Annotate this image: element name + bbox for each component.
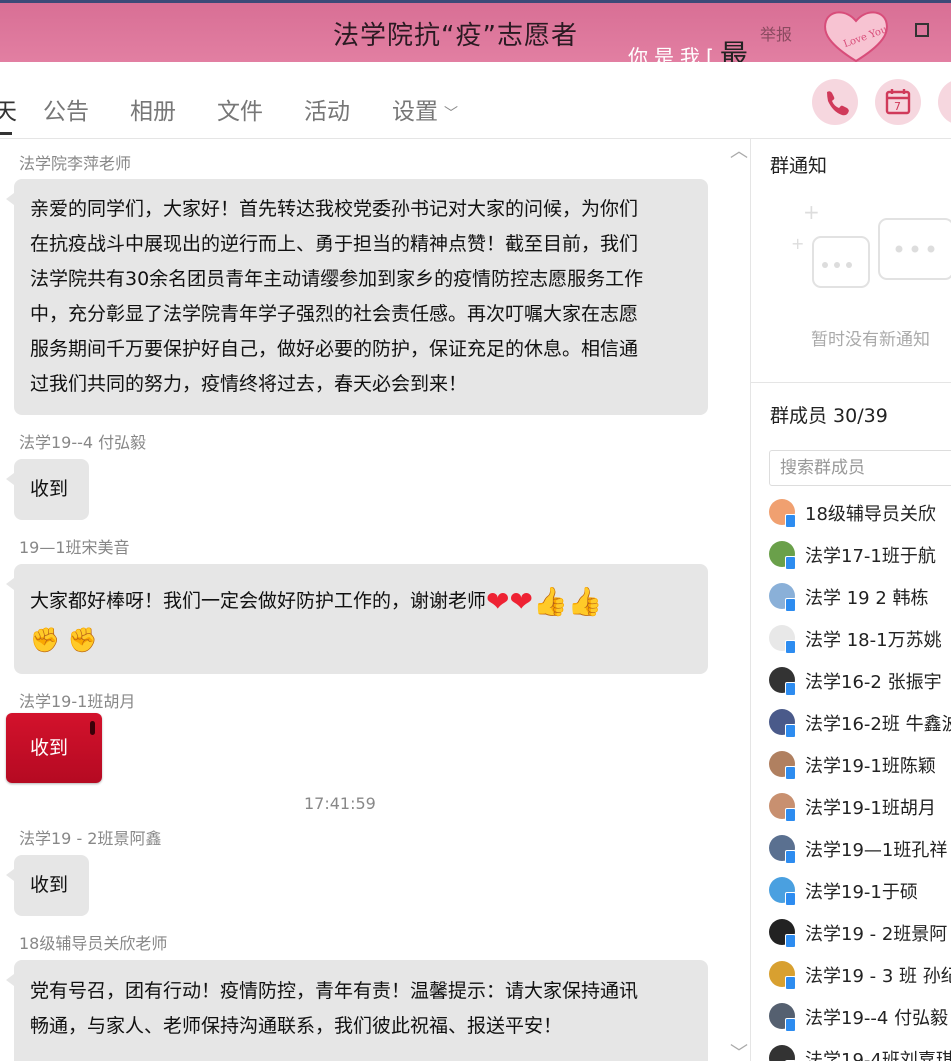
svg-text:+: +: [791, 234, 804, 253]
message-sender: 18级辅导员关欣老师: [19, 934, 168, 953]
avatar[interactable]: [769, 1045, 795, 1061]
tab-announcement[interactable]: 公告: [43, 92, 89, 126]
member-search-input[interactable]: 搜索群成员: [769, 450, 951, 486]
member-name: 法学19 - 2班景阿: [805, 924, 948, 945]
emoji-fist: ✊ ✊: [30, 626, 98, 654]
tab-activity[interactable]: 活动: [304, 92, 350, 126]
message-sender: 法学19-1班胡月: [19, 692, 136, 711]
chat-message-area[interactable]: ︿ 法学院李萍老师 亲爱的同学们，大家好！首先转达我校党委孙书记对大家的问候，为…: [0, 139, 750, 1061]
mobile-online-icon: [785, 976, 796, 990]
mobile-online-icon: [785, 892, 796, 906]
calendar-button[interactable]: 7: [875, 79, 921, 125]
member-list-item[interactable]: 法学19 - 2班景阿: [769, 914, 951, 950]
no-notice-text: 暂时没有新通知: [811, 330, 930, 350]
calendar-icon: 7: [885, 89, 911, 115]
phone-button[interactable]: [812, 79, 858, 125]
message-bubble-phone-style: 收到: [6, 713, 102, 783]
mobile-online-icon: [785, 850, 796, 864]
emoji-hearts-thumbs: ❤❤👍👍: [486, 584, 603, 618]
member-name: 法学17-1班于航: [805, 546, 936, 567]
mobile-online-icon: [785, 598, 796, 612]
member-name: 法学16-2 张振宇: [805, 672, 942, 693]
report-button[interactable]: 举报: [760, 21, 792, 45]
member-name: 法学19-1班胡月: [805, 798, 936, 819]
empty-notice-icon: + +: [791, 200, 951, 288]
message-sender: 19—1班宋美音: [19, 538, 130, 557]
tab-settings[interactable]: 设置 ﹀: [392, 92, 458, 126]
member-list-item[interactable]: 法学19—1班孔祥: [769, 830, 951, 866]
svg-text:7: 7: [894, 100, 901, 113]
member-name: 法学19-1于硕: [805, 882, 918, 903]
member-list-item[interactable]: 法学19-1班陈颖: [769, 746, 951, 782]
active-tab-indicator: [0, 132, 12, 135]
member-list-item[interactable]: 法学19-1于硕: [769, 872, 951, 908]
chevron-down-icon: ﹀: [444, 105, 458, 122]
love-heart-icon: Love You: [824, 11, 889, 63]
member-name: 法学19-4班刘嘉琪: [805, 1050, 951, 1061]
scroll-up-icon[interactable]: ︿: [730, 139, 748, 163]
member-name: 法学19--4 付弘毅: [805, 1008, 949, 1029]
tab-bar: 天 公告 相册 文件 活动 设置 ﹀ 7: [0, 62, 951, 139]
more-button[interactable]: [938, 79, 951, 125]
message-bubble: 亲爱的同学们，大家好！首先转达我校党委孙书记对大家的问候，为你们 在抗疫战斗中展…: [6, 179, 708, 415]
message-sender: 法学19--4 付弘毅: [19, 433, 147, 452]
tab-album[interactable]: 相册: [130, 92, 176, 126]
mobile-online-icon: [785, 514, 796, 528]
mobile-online-icon: [785, 724, 796, 738]
member-name: 法学16-2班 牛鑫波: [805, 714, 951, 735]
divider: [751, 382, 951, 383]
member-name: 18级辅导员关欣: [805, 504, 936, 525]
message-bubble: 大家都好棒呀！我们一定会做好防护工作的，谢谢老师❤❤👍👍 ✊ ✊: [6, 564, 708, 674]
member-list-item[interactable]: 18级辅导员关欣: [769, 494, 951, 530]
member-list-item[interactable]: 法学19--4 付弘毅: [769, 998, 951, 1034]
message-sender: 法学19 - 2班景阿鑫: [19, 829, 162, 848]
message-timestamp: 17:41:59: [304, 794, 376, 813]
member-name: 法学19—1班孔祥: [805, 840, 948, 861]
member-list-item[interactable]: 法学19-4班刘嘉琪: [769, 1040, 951, 1061]
mobile-online-icon: [785, 808, 796, 822]
title-bar: 法学院抗“疫”志愿者 你是我[最 举报 Love You: [0, 0, 951, 71]
tab-chat[interactable]: 天: [0, 92, 17, 126]
mobile-online-icon: [785, 640, 796, 654]
message-bubble: 收到: [6, 459, 89, 520]
message-bubble: 收到: [6, 855, 89, 916]
member-list-item[interactable]: 法学16-2 张振宇: [769, 662, 951, 698]
mobile-online-icon: [785, 682, 796, 696]
tab-files[interactable]: 文件: [217, 92, 263, 126]
member-name: 法学19 - 3 班 孙纪: [805, 966, 951, 987]
member-name: 法学19-1班陈颖: [805, 756, 936, 777]
window-title: 法学院抗“疫”志愿者: [333, 21, 578, 51]
member-list-item[interactable]: 法学 19 2 韩栋: [769, 578, 951, 614]
phone-camera-decoration: [90, 721, 95, 735]
svg-text:+: +: [803, 200, 820, 224]
group-side-panel: 群通知 + + 暂时没有新通知 群成员 30/39 搜索群成员 18级辅导员关欣…: [751, 139, 951, 1061]
maximize-button[interactable]: [915, 23, 929, 37]
member-list-item[interactable]: 法学19-1班胡月: [769, 788, 951, 824]
mobile-online-icon: [785, 1018, 796, 1032]
group-members-title: 群成员 30/39: [770, 405, 888, 427]
member-name: 法学 18-1万苏姚: [805, 630, 942, 651]
mobile-online-icon: [785, 934, 796, 948]
member-list-item[interactable]: 法学19 - 3 班 孙纪: [769, 956, 951, 992]
message-sender: 法学院李萍老师: [19, 154, 132, 173]
member-list-item[interactable]: 法学 18-1万苏姚: [769, 620, 951, 656]
member-list-item[interactable]: 法学17-1班于航: [769, 536, 951, 572]
message-bubble: 党有号召，团有行动！疫情防控，青年有责！温馨提示：请大家保持通讯 畅通，与家人、…: [6, 960, 708, 1061]
phone-icon: [827, 91, 849, 116]
member-list-item[interactable]: 法学16-2班 牛鑫波: [769, 704, 951, 740]
mobile-online-icon: [785, 766, 796, 780]
member-name: 法学 19 2 韩栋: [805, 588, 929, 609]
scroll-down-icon[interactable]: ﹀: [730, 1039, 748, 1061]
group-notice-title: 群通知: [770, 155, 828, 177]
mobile-online-icon: [785, 556, 796, 570]
